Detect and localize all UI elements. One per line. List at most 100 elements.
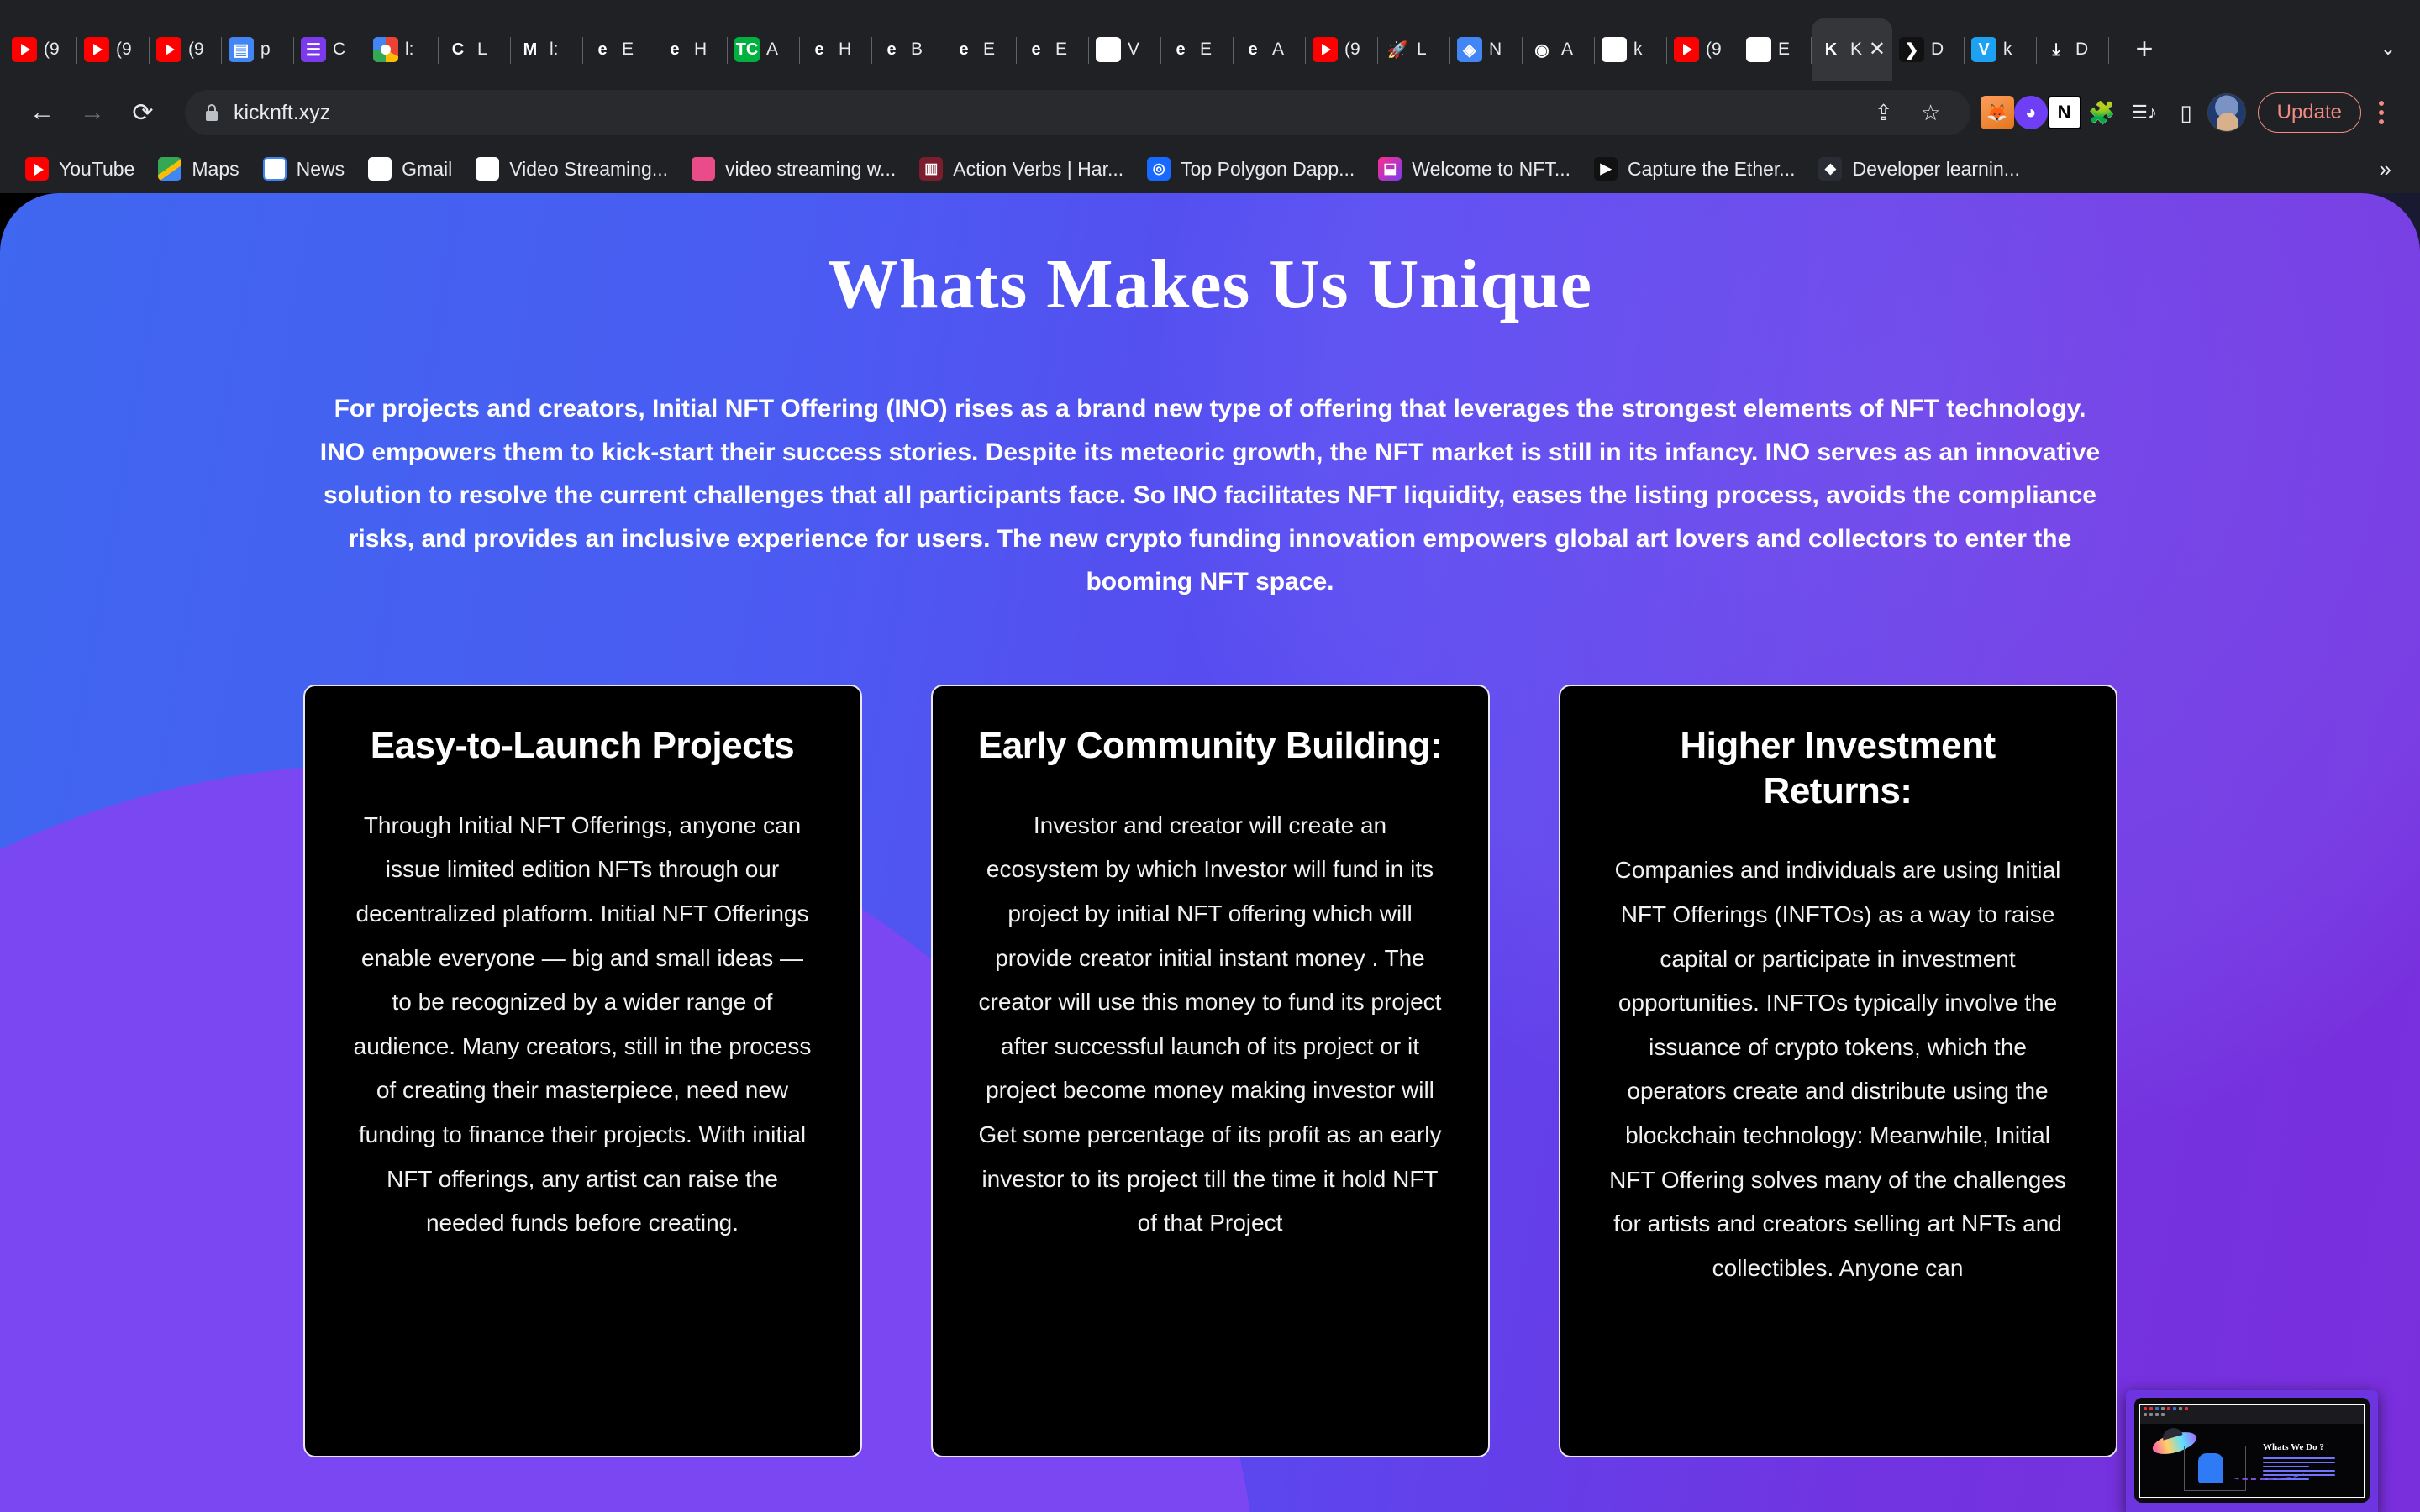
- tab-title: (9: [1344, 39, 1360, 59]
- bookmark-item[interactable]: G≡ News: [251, 150, 357, 187]
- tab[interactable]: (9: [150, 18, 222, 81]
- tab[interactable]: eE: [944, 18, 1017, 81]
- capture-ether-icon: ▶: [1594, 157, 1618, 181]
- forward-button[interactable]: →: [71, 91, 114, 134]
- tab-title: k: [1634, 39, 1643, 59]
- browser-toolbar: ← → ⟳ kicknft.xyz ⇪ ☆ 🦊 ◕ N 🧩 ☰♪ ▯ Updat…: [0, 81, 2420, 144]
- bookmark-item[interactable]: Maps: [146, 150, 250, 187]
- youtube-favicon: [1313, 37, 1338, 62]
- bookmark-label: Action Verbs | Har...: [953, 157, 1124, 180]
- tab[interactable]: eE: [1161, 18, 1234, 81]
- pip-page-preview: Whats We Do ?: [2139, 1404, 2365, 1498]
- metamask-extension-icon[interactable]: 🦊: [1980, 96, 2014, 129]
- pip-dot: [2149, 1406, 2153, 1410]
- share-icon[interactable]: ⇪: [1863, 92, 1905, 134]
- new-tab-button[interactable]: +: [2121, 25, 2168, 72]
- tab[interactable]: l:: [366, 18, 439, 81]
- e-favicon: e: [959, 39, 969, 59]
- dribbble-icon: [692, 157, 716, 181]
- tab[interactable]: ▤ p: [222, 18, 294, 81]
- tab[interactable]: Ml:: [511, 18, 583, 81]
- bookmark-item[interactable]: ⬓ Welcome to NFT...: [1366, 150, 1582, 187]
- profile-avatar[interactable]: [2207, 93, 2246, 132]
- tab[interactable]: 🚀 L: [1378, 18, 1450, 81]
- tab-title: H: [839, 39, 852, 59]
- e-favicon: e: [886, 39, 897, 59]
- bookmark-label: Top Polygon Dapp...: [1181, 157, 1355, 180]
- polygon-icon: ◎: [1147, 157, 1171, 181]
- airbnb-favicon: ◉: [1534, 40, 1549, 60]
- vimeo-favicon: V: [1971, 37, 1996, 62]
- bookmark-item[interactable]: ▶ Capture the Ether...: [1582, 150, 1807, 187]
- kebab-dot: [2379, 110, 2384, 115]
- extensions-puzzle-icon[interactable]: 🧩: [2081, 92, 2123, 134]
- pip-dot: [2144, 1406, 2147, 1410]
- tab-strip: (9 (9 (9 ▤ p ☰ Cl: C L Ml: e Ee H TC Ae He Be Ee E Λ Ve Ee A (9…: [0, 0, 2420, 81]
- tab[interactable]: ❯ D: [1892, 18, 1965, 81]
- bookmark-star-icon[interactable]: ☆: [1910, 92, 1952, 134]
- tab[interactable]: (9: [5, 18, 77, 81]
- tab[interactable]: eA: [1234, 18, 1306, 81]
- bookmark-label: Video Streaming...: [509, 157, 669, 180]
- tab-close-icon[interactable]: ✕: [1869, 39, 1886, 60]
- tab[interactable]: ◈ N: [1450, 18, 1523, 81]
- tab-title: l:: [550, 39, 559, 59]
- bookmark-item[interactable]: video streaming w...: [680, 150, 908, 187]
- tab[interactable]: CL: [439, 18, 511, 81]
- tab[interactable]: eB: [872, 18, 944, 81]
- bookmark-item[interactable]: ▥ Action Verbs | Har...: [908, 150, 1135, 187]
- tab[interactable]: eE: [1017, 18, 1089, 81]
- tab-search-button[interactable]: ⌄: [2365, 25, 2412, 72]
- phantom-wallet-extension-icon[interactable]: ◕: [2013, 96, 2048, 129]
- back-button[interactable]: ←: [20, 91, 64, 134]
- reload-button[interactable]: ⟳: [121, 91, 165, 134]
- feature-card-title: Easy-to-Launch Projects: [370, 724, 795, 766]
- side-panel-icon[interactable]: ▯: [2165, 92, 2207, 134]
- bookmark-item[interactable]: YouTube: [13, 150, 146, 187]
- bookmark-label: Capture the Ether...: [1628, 157, 1796, 180]
- notion-extension-icon[interactable]: N: [2047, 96, 2081, 129]
- bookmark-item[interactable]: M Gmail: [356, 150, 464, 187]
- pip-dot: [2173, 1406, 2176, 1410]
- pip-bookmark-row: [2140, 1411, 2364, 1417]
- address-bar[interactable]: kicknft.xyz ⇪ ☆: [185, 90, 1970, 135]
- bookmark-item[interactable]: ▦ Video Streaming...: [464, 150, 680, 187]
- bookmark-label: Maps: [192, 157, 239, 180]
- reading-list-icon[interactable]: ☰♪: [2123, 92, 2165, 134]
- feature-card-body: Companies and individuals are using Init…: [1609, 857, 2066, 1281]
- page-content: Whats Makes Us Unique For projects and c…: [0, 193, 2420, 1457]
- tab-title: D: [2075, 39, 2089, 59]
- picture-in-picture-overlay[interactable]: Whats We Do ?: [2126, 1390, 2378, 1512]
- tab[interactable]: ☰ C: [294, 18, 366, 81]
- tab[interactable]: Vk: [1965, 18, 2037, 81]
- tab-title: E: [622, 39, 634, 59]
- update-button[interactable]: Update: [2257, 92, 2361, 133]
- tab[interactable]: (9: [1306, 18, 1378, 81]
- bookmark-label: Welcome to NFT...: [1412, 157, 1571, 180]
- bookmark-item[interactable]: ◎ Top Polygon Dapp...: [1135, 150, 1366, 187]
- tab[interactable]: ◉ A: [1523, 18, 1595, 81]
- tab[interactable]: (9: [1667, 18, 1739, 81]
- tab-title: L: [477, 39, 487, 59]
- tab[interactable]: TC A: [728, 18, 800, 81]
- omnibox-actions: ⇪ ☆: [1863, 92, 1952, 134]
- tab-active[interactable]: K K ✕: [1812, 18, 1892, 81]
- tab[interactable]: eH: [655, 18, 728, 81]
- tab[interactable]: eE: [583, 18, 655, 81]
- download-favicon: ⤓: [2052, 39, 2060, 59]
- chrome-menu-icon[interactable]: [2363, 92, 2400, 134]
- intro-paragraph: For projects and creators, Initial NFT O…: [319, 395, 2101, 596]
- tab-title: D: [1931, 39, 1944, 59]
- bookmarks-overflow-button[interactable]: »: [2365, 156, 2407, 182]
- tab[interactable]: eH: [800, 18, 872, 81]
- tab-list: (9 (9 (9 ▤ p ☰ Cl: C L Ml: e Ee H TC Ae He Be Ee E Λ Ve Ee A (9…: [5, 18, 2109, 81]
- tab-title: (9: [1706, 39, 1722, 59]
- tab[interactable]: ⊙ k: [1595, 18, 1667, 81]
- pip-dot: [2144, 1412, 2147, 1416]
- tab[interactable]: (9: [77, 18, 150, 81]
- bookmarks-bar: YouTube Maps G≡ News M Gmail ▦ Video Streaming.…: [0, 144, 2420, 193]
- tab[interactable]: ◉ E: [1739, 18, 1812, 81]
- tab[interactable]: ΛV: [1089, 18, 1161, 81]
- tab[interactable]: ⤓ D: [2037, 18, 2109, 81]
- bookmark-item[interactable]: ◆ Developer learnin...: [1807, 150, 2031, 187]
